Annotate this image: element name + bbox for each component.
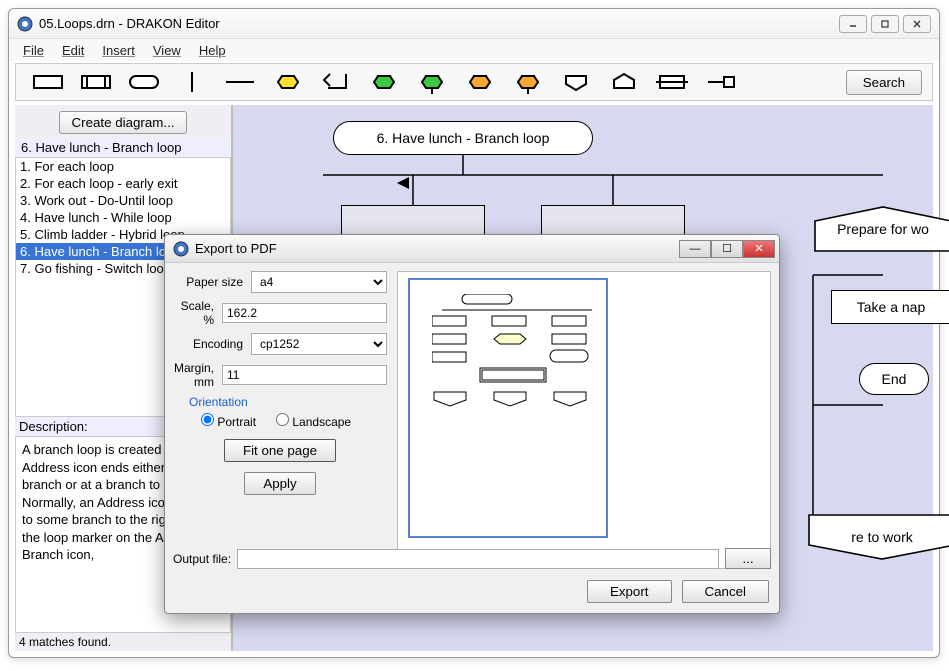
dialog-titlebar: Export to PDF — ☐ ✕ xyxy=(165,235,779,263)
landscape-radio[interactable]: Landscape xyxy=(276,413,351,429)
margin-input[interactable] xyxy=(222,365,387,385)
tool-rounded-icon[interactable] xyxy=(122,68,166,96)
output-file-input[interactable] xyxy=(237,549,719,569)
toolbar: Search xyxy=(15,63,933,101)
menu-view[interactable]: View xyxy=(145,41,189,60)
titlebar: 05.Loops.drn - DRAKON Editor xyxy=(9,9,939,39)
list-item[interactable]: 1. For each loop xyxy=(16,158,230,175)
dialog-icon xyxy=(173,241,189,257)
minimize-button[interactable] xyxy=(839,15,867,33)
maximize-button[interactable] xyxy=(871,15,899,33)
menu-help[interactable]: Help xyxy=(191,41,234,60)
tool-begin-icon[interactable] xyxy=(362,68,406,96)
dialog-form: Paper size a4 Scale, % Encoding cp1252 M… xyxy=(173,271,387,569)
tool-address-icon[interactable] xyxy=(554,68,598,96)
dialog-title: Export to PDF xyxy=(195,241,679,256)
export-pdf-dialog: Export to PDF — ☐ ✕ Paper size a4 Scale,… xyxy=(164,234,780,614)
dialog-close-button[interactable]: ✕ xyxy=(743,240,775,258)
output-label: Output file: xyxy=(173,552,231,566)
menu-edit[interactable]: Edit xyxy=(54,41,92,60)
tool-question-icon[interactable] xyxy=(266,68,310,96)
preview-page xyxy=(408,278,608,538)
export-button[interactable]: Export xyxy=(587,580,672,603)
tool-line-v-icon[interactable] xyxy=(170,68,214,96)
tool-case2-icon[interactable] xyxy=(506,68,550,96)
current-diagram-title: 6. Have lunch - Branch loop xyxy=(15,138,231,157)
fit-page-button[interactable]: Fit one page xyxy=(224,439,336,462)
encoding-label: Encoding xyxy=(173,337,251,351)
action-nap[interactable]: Take a nap xyxy=(831,290,949,324)
close-button[interactable] xyxy=(903,15,931,33)
tool-shelf-icon[interactable] xyxy=(650,68,694,96)
window-title: 05.Loops.drn - DRAKON Editor xyxy=(39,16,839,31)
menu-file[interactable]: File xyxy=(15,41,52,60)
end-node[interactable]: End xyxy=(859,363,929,395)
browse-button[interactable]: ... xyxy=(725,548,771,569)
dialog-minimize-button[interactable]: — xyxy=(679,240,711,258)
tool-case-icon[interactable] xyxy=(458,68,502,96)
preview-diagram-icon xyxy=(432,294,602,534)
tool-insertion-icon[interactable] xyxy=(74,68,118,96)
tool-line-h-icon[interactable] xyxy=(218,68,262,96)
portrait-radio[interactable]: Portrait xyxy=(201,413,256,429)
search-button[interactable]: Search xyxy=(846,70,922,95)
encoding-select[interactable]: cp1252 xyxy=(251,333,387,355)
pdf-preview xyxy=(397,271,771,569)
tool-connector-icon[interactable] xyxy=(698,68,742,96)
create-diagram-button[interactable]: Create diagram... xyxy=(59,111,188,134)
menubar: File Edit Insert View Help xyxy=(9,39,939,61)
margin-label: Margin, mm xyxy=(173,361,222,389)
paper-select[interactable]: a4 xyxy=(251,271,387,293)
tool-branch-icon[interactable] xyxy=(602,68,646,96)
cancel-button[interactable]: Cancel xyxy=(682,580,770,603)
list-item[interactable]: 3. Work out - Do-Until loop xyxy=(16,192,230,209)
orientation-label: Orientation xyxy=(189,395,387,409)
apply-button[interactable]: Apply xyxy=(244,472,315,495)
paper-label: Paper size xyxy=(173,275,251,289)
list-item[interactable]: 2. For each loop - early exit xyxy=(16,175,230,192)
scale-input[interactable] xyxy=(222,303,387,323)
branch-prepare[interactable]: Prepare for wo xyxy=(813,205,949,253)
app-icon xyxy=(17,16,33,32)
address-node[interactable]: re to work xyxy=(807,513,949,561)
status-bar: 4 matches found. xyxy=(15,633,231,651)
tool-action-icon[interactable] xyxy=(26,68,70,96)
scale-label: Scale, % xyxy=(173,299,222,327)
tool-arrow-icon[interactable] xyxy=(314,68,358,96)
menu-insert[interactable]: Insert xyxy=(94,41,143,60)
dialog-maximize-button[interactable]: ☐ xyxy=(711,240,743,258)
tool-end-icon[interactable] xyxy=(410,68,454,96)
list-item[interactable]: 4. Have lunch - While loop xyxy=(16,209,230,226)
